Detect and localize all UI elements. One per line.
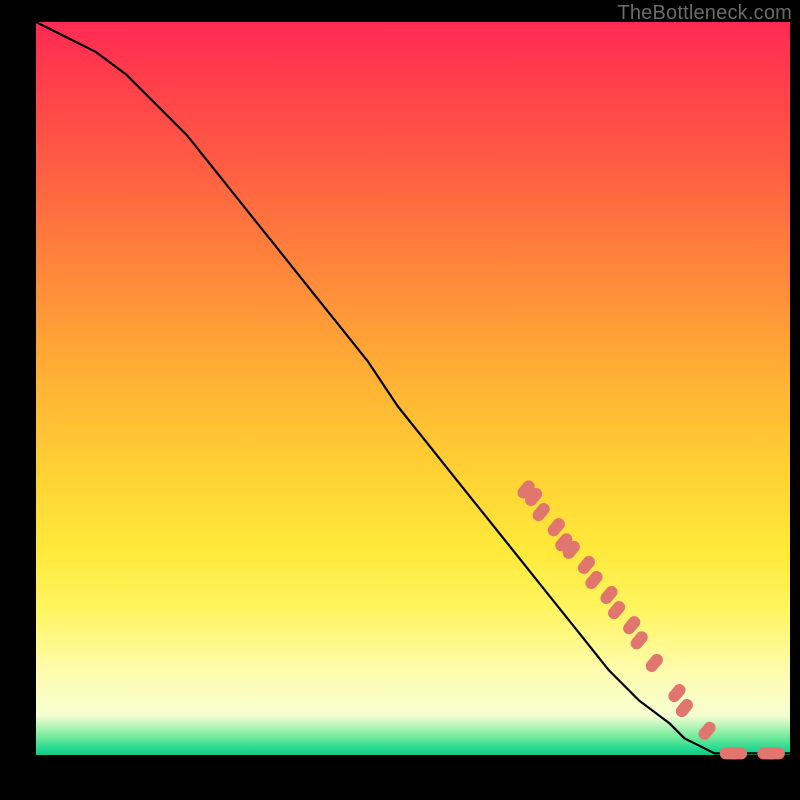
marker-point xyxy=(643,651,665,674)
bottleneck-curve xyxy=(36,22,790,753)
curve-markers xyxy=(515,478,785,759)
chart-frame: TheBottleneck.com xyxy=(0,0,800,800)
plot-area xyxy=(36,22,790,776)
marker-point xyxy=(765,747,785,759)
marker-point xyxy=(727,747,747,759)
marker-point xyxy=(696,719,718,742)
chart-svg xyxy=(36,22,790,776)
